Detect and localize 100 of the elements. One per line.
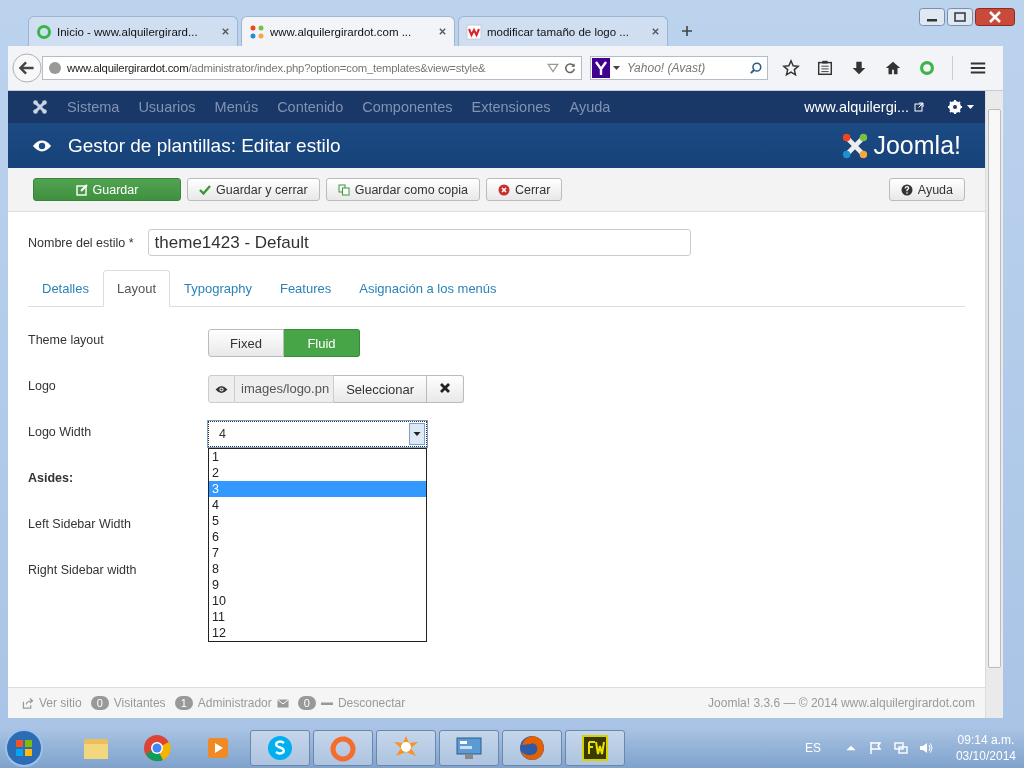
dropdown-option[interactable]: 8 xyxy=(209,561,426,577)
select-button[interactable]: Seleccionar xyxy=(334,375,428,403)
close-icon[interactable] xyxy=(221,27,230,36)
menu-item[interactable]: Usuarios xyxy=(138,99,196,115)
clear-button[interactable] xyxy=(427,375,465,403)
tab[interactable]: Features xyxy=(265,270,346,307)
browser-tab[interactable]: www.alquilergirardot.com ... xyxy=(241,16,455,46)
envelope-icon[interactable] xyxy=(276,697,289,709)
fireworks-icon xyxy=(580,733,610,763)
taskbar-app[interactable] xyxy=(502,730,562,766)
tab[interactable]: Asignación a los menús xyxy=(345,270,511,307)
count-badge: 0 xyxy=(90,696,109,710)
dropdown-option[interactable]: 1 xyxy=(209,449,426,465)
reload-icon[interactable] xyxy=(564,62,576,74)
logo-path-field[interactable]: images/logo.pn xyxy=(235,375,335,403)
copyright-text: Joomla! 3.3.6 — © 2014 www.alquilergirardot.com xyxy=(708,696,975,710)
status-text: Administrador xyxy=(197,696,272,710)
help-button[interactable]: Ayuda xyxy=(888,178,965,201)
close-icon xyxy=(497,183,510,196)
start-button[interactable] xyxy=(4,728,44,768)
count-badge: 1 xyxy=(174,696,193,710)
dropdown-option[interactable]: 11 xyxy=(209,609,426,625)
toolbar-button[interactable]: Guardar como copia xyxy=(325,178,480,201)
page-title: Gestor de plantillas: Editar estilo xyxy=(68,134,341,157)
dropdown-option[interactable]: 6 xyxy=(209,529,426,545)
dropdown-option[interactable]: 5 xyxy=(209,513,426,529)
minimize-icon[interactable] xyxy=(919,8,945,26)
skype-icon xyxy=(265,733,295,763)
home-icon[interactable] xyxy=(884,59,902,77)
field-label: Theme layout xyxy=(28,332,105,347)
address-field[interactable]: www.alquilergirardot.com/administrator/index.php?option=com_templates&view=style& xyxy=(42,56,582,80)
browser-tab[interactable]: modificar tamaño de logo ... xyxy=(458,16,668,46)
field-label: Right Sidebar width xyxy=(28,562,138,577)
dropdown-option[interactable]: 7 xyxy=(209,545,426,561)
maximize-icon[interactable] xyxy=(947,8,973,26)
chrome-icon xyxy=(142,733,172,763)
ring-icon xyxy=(36,23,52,40)
menu-item[interactable]: Menús xyxy=(214,99,259,115)
toggle-option[interactable]: Fixed xyxy=(208,329,284,357)
site-link[interactable]: www.alquilergi... xyxy=(804,99,909,115)
eye-icon xyxy=(32,138,52,153)
menu-item[interactable]: Extensiones xyxy=(471,99,551,115)
close-icon[interactable] xyxy=(438,27,447,36)
field-label: Logo xyxy=(28,378,57,393)
taskbar-app[interactable] xyxy=(565,730,625,766)
dropdown-icon[interactable] xyxy=(409,423,425,445)
browser-tab[interactable]: Inicio - www.alquilergirard... xyxy=(28,16,238,46)
taskbar-app[interactable] xyxy=(376,730,436,766)
tab[interactable]: Typography xyxy=(170,270,266,307)
w-icon xyxy=(466,23,482,40)
search-field[interactable]: Yahoo! (Avast) xyxy=(590,56,768,80)
star-icon[interactable] xyxy=(782,59,800,77)
menu-item[interactable]: Ayuda xyxy=(569,99,611,115)
select-field[interactable]: 4 xyxy=(208,421,427,447)
joomla-icon xyxy=(249,23,265,40)
status-text: Visitantes xyxy=(113,696,166,710)
new-tab-icon[interactable] xyxy=(681,25,693,37)
close-icon[interactable] xyxy=(651,27,660,36)
search-icon[interactable] xyxy=(750,62,762,74)
yahoo-icon[interactable] xyxy=(592,58,622,78)
field-label: Logo Width xyxy=(28,424,93,439)
menu-icon[interactable] xyxy=(969,59,987,77)
check-icon xyxy=(199,183,211,196)
tab[interactable]: Detalles xyxy=(28,270,103,307)
back-icon[interactable] xyxy=(12,53,42,83)
edit-icon xyxy=(75,183,88,196)
share-icon[interactable] xyxy=(22,697,34,709)
eye-icon xyxy=(215,384,228,394)
copy-icon xyxy=(337,183,350,196)
field-label: Nombre del estilo * xyxy=(28,235,134,250)
field-label: Left Sidebar Width xyxy=(28,516,132,531)
toolbar-button[interactable]: Guardar xyxy=(33,178,181,201)
help-icon xyxy=(900,183,913,196)
section-heading: Asides: xyxy=(28,470,75,485)
dropdown-option[interactable]: 9 xyxy=(209,577,426,593)
dropdown-option[interactable]: 12 xyxy=(209,625,426,641)
style-name-field[interactable]: theme1423 - Default xyxy=(147,229,691,256)
toolbar-button[interactable]: Guardar y cerrar xyxy=(187,178,320,201)
firefox-icon xyxy=(517,733,547,763)
brand-name: Joomla! xyxy=(873,131,961,160)
dropdown-option[interactable]: 2 xyxy=(209,465,426,481)
toolbar-button[interactable]: Cerrar xyxy=(485,178,563,201)
menu-item[interactable]: Componentes xyxy=(362,99,453,115)
menu-item[interactable]: Contenido xyxy=(277,99,344,115)
scrollbar[interactable] xyxy=(985,91,1003,718)
menu-item[interactable]: Sistema xyxy=(67,99,120,115)
tab[interactable]: Layout xyxy=(102,270,170,307)
joomla-logo-icon xyxy=(841,131,870,160)
dropdown-option[interactable]: 4 xyxy=(209,497,426,513)
close-icon[interactable] xyxy=(975,8,1015,26)
count-badge: 0 xyxy=(297,696,316,710)
download-icon[interactable] xyxy=(850,59,868,77)
joomla-icon[interactable] xyxy=(32,99,48,115)
globe-icon xyxy=(48,61,62,75)
clipboard-icon[interactable] xyxy=(816,59,834,77)
external-link-icon[interactable] xyxy=(914,102,924,112)
dropdown-option[interactable]: 10 xyxy=(209,593,426,609)
close-icon xyxy=(439,381,452,394)
settings-icon[interactable] xyxy=(947,99,975,115)
preview-button[interactable] xyxy=(208,375,235,403)
